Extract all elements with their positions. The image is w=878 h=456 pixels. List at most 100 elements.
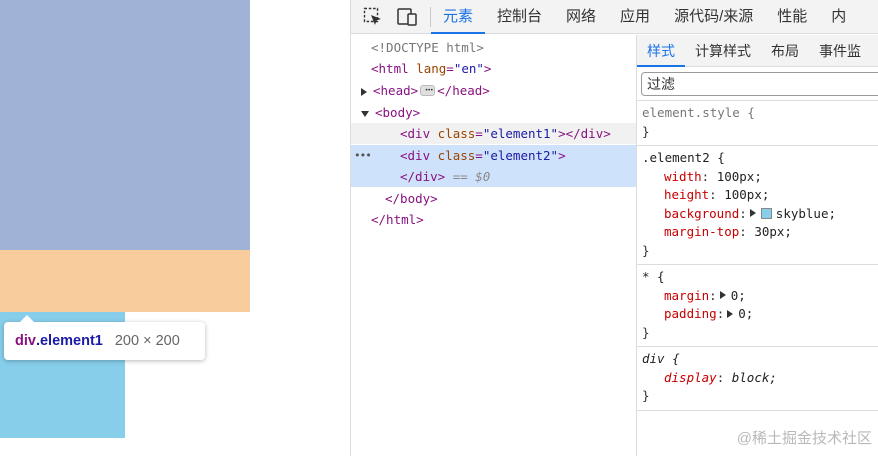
declaration-padding[interactable]: padding: 0;: [642, 305, 878, 324]
html-lang-value: "en": [453, 61, 484, 76]
property-value[interactable]: 100px;: [724, 187, 769, 202]
html-eq: =: [446, 61, 454, 76]
rule-close: }: [642, 242, 650, 258]
property-value[interactable]: 30px;: [754, 224, 792, 239]
expand-triangle-icon[interactable]: [361, 87, 367, 96]
dom-node-body-close[interactable]: </body>: [351, 188, 636, 209]
declaration-margin-top[interactable]: margin-top: 30px;: [642, 223, 878, 242]
body-open-tag: <body>: [375, 105, 421, 120]
dom-node-element2[interactable]: ••• <div class="element2">: [351, 145, 636, 166]
class-attr: class: [437, 148, 476, 163]
dom-node-doctype[interactable]: <!DOCTYPE html>: [351, 37, 636, 58]
element2-class-value: "element2": [482, 148, 559, 163]
html-tag-end: >: [483, 61, 492, 76]
declaration-background[interactable]: background: skyblue;: [642, 205, 878, 224]
html-close-tag: </html>: [371, 212, 424, 227]
rule-selector[interactable]: * {: [642, 269, 665, 284]
select-element-icon[interactable]: [362, 6, 384, 28]
subtab-computed[interactable]: 计算样式: [685, 35, 761, 67]
color-swatch-icon[interactable]: [760, 207, 772, 219]
filter-bar: [637, 67, 878, 101]
property-name[interactable]: margin-top: [664, 224, 739, 239]
expand-shorthand-icon[interactable]: [719, 291, 726, 299]
rule-close: }: [642, 123, 650, 139]
dom-node-html-close[interactable]: </html>: [351, 209, 636, 230]
property-value[interactable]: 100px;: [717, 169, 762, 184]
html-lang-attr: lang: [416, 61, 447, 76]
subtab-event-listeners[interactable]: 事件监: [809, 35, 871, 67]
element2-tag-end: >: [558, 148, 566, 163]
property-value[interactable]: skyblue;: [776, 206, 836, 221]
element1-margin-highlight: [0, 250, 250, 312]
tab-network[interactable]: 网络: [554, 0, 608, 34]
subtab-styles[interactable]: 样式: [637, 35, 685, 67]
tab-application[interactable]: 应用: [608, 0, 662, 34]
el2-eq: =: [475, 148, 483, 163]
property-name[interactable]: width: [664, 169, 702, 184]
tab-console[interactable]: 控制台: [485, 0, 554, 34]
watermark: @稀土掘金技术社区: [736, 430, 872, 447]
rule-selector[interactable]: .element2 {: [642, 150, 725, 165]
property-name[interactable]: padding: [664, 306, 717, 321]
rule-div-useragent: div { display: block; }: [637, 347, 878, 411]
styles-pane: 样式 计算样式 布局 事件监 element.style { } .elemen…: [636, 35, 878, 456]
declaration-height[interactable]: height: 100px;: [642, 186, 878, 205]
property-value[interactable]: 0;: [738, 306, 753, 321]
property-name[interactable]: background: [664, 206, 739, 221]
rule-selector: element.style {: [642, 105, 755, 120]
element1-content-highlight: [0, 0, 250, 250]
div-tag: <div: [400, 148, 431, 163]
dom-node-element2-close[interactable]: </div> == $0: [351, 166, 636, 187]
dom-node-body[interactable]: <body>: [351, 102, 636, 123]
element1-class-value: "element1": [482, 126, 559, 141]
rule-element-style: element.style { }: [637, 101, 878, 146]
rule-close: }: [642, 388, 650, 403]
class-attr: class: [437, 126, 476, 141]
tab-elements[interactable]: 元素: [431, 0, 486, 34]
property-value: block;: [731, 369, 777, 385]
device-toolbar-icon[interactable]: [396, 6, 418, 28]
property-name: display: [664, 369, 717, 385]
tooltip-size: 200 × 200: [114, 333, 180, 349]
devtools-panel: 元素 控制台 网络 应用 源代码/来源 性能 内 <!DOCTYPE html>…: [350, 0, 878, 456]
property-name[interactable]: margin: [664, 288, 709, 303]
declaration-margin[interactable]: margin: 0;: [642, 287, 878, 306]
expand-shorthand-icon[interactable]: [749, 209, 756, 217]
styles-filter-input[interactable]: [641, 72, 878, 96]
collapse-triangle-icon[interactable]: [361, 110, 369, 117]
element1-tag-end: ></div>: [558, 126, 611, 141]
html-tag: <html: [371, 61, 409, 76]
collapsed-ellipsis-icon[interactable]: [420, 80, 436, 101]
body-close-tag: </body>: [385, 191, 438, 206]
devtools-toolbar: 元素 控制台 网络 应用 源代码/来源 性能 内: [351, 0, 878, 34]
dom-node-html[interactable]: <html lang="en">: [351, 58, 636, 79]
el1-eq: =: [475, 126, 483, 141]
styles-subtabs: 样式 计算样式 布局 事件监: [637, 35, 878, 67]
rule-close: }: [642, 324, 650, 340]
dom-tree: <!DOCTYPE html> <html lang="en"> <head><…: [351, 35, 636, 456]
rule-element2: .element2 { width: 100px; height: 100px;…: [637, 146, 878, 265]
node-actions-icon[interactable]: •••: [354, 145, 372, 166]
tab-performance[interactable]: 性能: [765, 0, 819, 34]
div-close-tag: </div>: [400, 169, 446, 184]
selected-marker: == $0: [452, 169, 491, 184]
head-close-tag: </head>: [437, 83, 490, 98]
dom-node-element1[interactable]: <div class="element1"></div>: [351, 123, 636, 144]
declaration-width[interactable]: width: 100px;: [642, 168, 878, 187]
tab-memory[interactable]: 内: [819, 0, 858, 34]
element-tooltip: div .element1 200 × 200: [4, 315, 205, 360]
declaration-display: display: block;: [664, 369, 777, 385]
tooltip-tag: div: [15, 333, 36, 349]
property-value[interactable]: 0;: [731, 288, 746, 303]
head-open-tag: <head>: [373, 83, 419, 98]
subtab-layout[interactable]: 布局: [761, 35, 809, 67]
dom-node-head[interactable]: <head> </head>: [351, 80, 636, 101]
property-name[interactable]: height: [664, 187, 709, 202]
tooltip-class: .element1: [35, 333, 103, 349]
doctype-text: <!DOCTYPE html>: [371, 40, 484, 55]
div-tag: <div: [400, 126, 431, 141]
expand-shorthand-icon[interactable]: [727, 309, 734, 318]
tab-sources[interactable]: 源代码/来源: [662, 0, 765, 34]
rule-selector: div {: [642, 351, 680, 366]
page-preview: div .element1 200 × 200: [0, 0, 350, 456]
